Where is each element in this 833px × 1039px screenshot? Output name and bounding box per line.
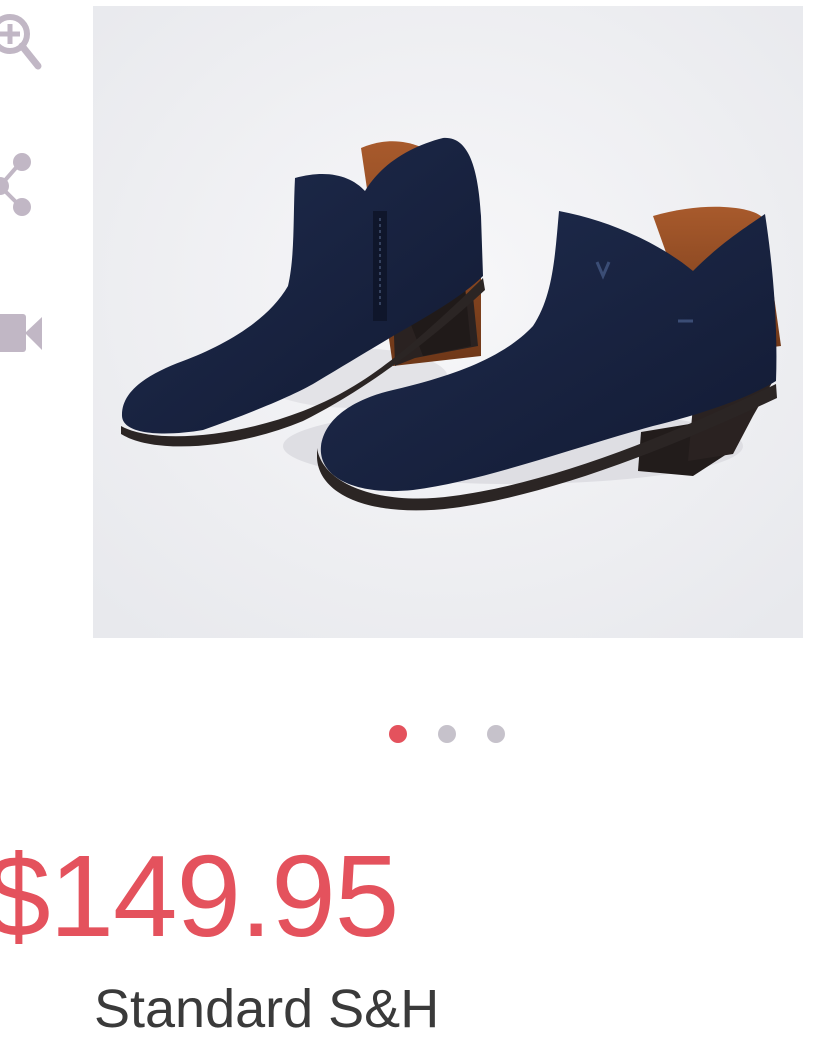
- image-carousel-indicator: [389, 725, 505, 743]
- carousel-dot-2[interactable]: [438, 725, 456, 743]
- ankle-boots-photo: [93, 6, 803, 638]
- product-side-actions: [0, 0, 60, 380]
- shipping-note: Standard S&H: [94, 979, 440, 1039]
- share-icon[interactable]: [0, 150, 36, 225]
- product-image[interactable]: [93, 6, 803, 638]
- video-camera-icon[interactable]: [0, 312, 44, 361]
- product-price: $149.95: [0, 831, 399, 961]
- carousel-dot-3[interactable]: [487, 725, 505, 743]
- carousel-dot-1[interactable]: [389, 725, 407, 743]
- zoom-in-icon[interactable]: [0, 0, 44, 79]
